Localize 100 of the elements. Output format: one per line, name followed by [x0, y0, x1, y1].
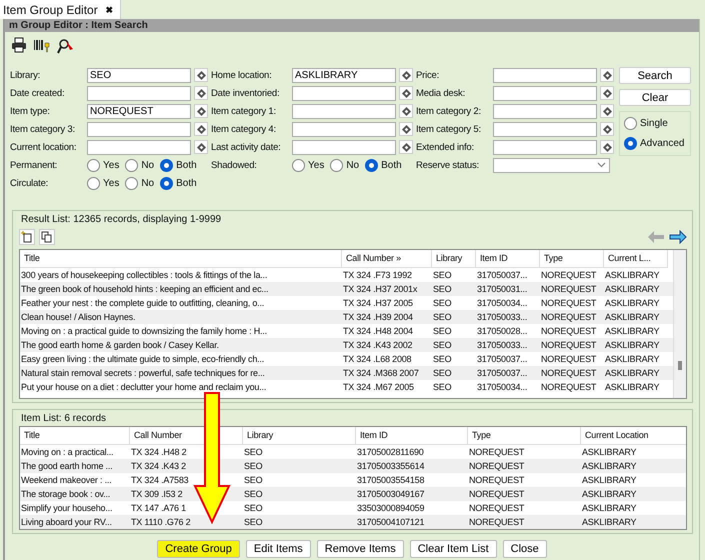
text-field[interactable]	[292, 104, 396, 118]
radio-option[interactable]: Yes	[87, 158, 120, 172]
search-icon[interactable]	[57, 37, 75, 55]
copy-document-icon[interactable]	[39, 229, 55, 245]
radio-button[interactable]	[624, 137, 637, 150]
lookup-button[interactable]	[194, 104, 208, 118]
scrollbar[interactable]	[673, 250, 686, 398]
radio-option[interactable]: No	[125, 158, 154, 172]
text-field[interactable]	[292, 122, 396, 136]
barcode-icon[interactable]	[33, 37, 51, 53]
action-button[interactable]: Create Group	[157, 540, 240, 558]
text-field[interactable]: SEO	[87, 68, 191, 82]
radio-button[interactable]	[624, 117, 637, 130]
lookup-button[interactable]	[194, 86, 208, 100]
radio-option[interactable]: Both	[365, 158, 402, 172]
dropdown-field[interactable]	[493, 158, 610, 172]
table-cell-text: TX 324 .L68 2008	[342, 353, 412, 366]
radio-option[interactable]: Yes	[292, 158, 324, 172]
diamond-icon	[196, 88, 206, 98]
lookup-button[interactable]	[194, 122, 208, 136]
radio-label: No	[141, 160, 154, 170]
table-cell-text: ASKLIBRARY	[604, 311, 660, 324]
radio-button[interactable]	[125, 176, 138, 190]
close-icon[interactable]: ✖	[106, 4, 114, 14]
diamond-icon	[196, 106, 206, 116]
radio-button[interactable]	[292, 158, 305, 172]
text-field[interactable]: ASKLIBRARY	[292, 68, 396, 82]
table-cell-text: NOREQUEST	[540, 325, 598, 338]
action-button[interactable]: Search	[619, 67, 691, 84]
lookup-button[interactable]	[600, 104, 614, 118]
table-cell-text: ASKLIBRARY	[604, 353, 660, 366]
table-cell-text: Living aboard your RV...	[20, 516, 113, 529]
table-cell-text: SEO	[243, 474, 264, 487]
radio-option[interactable]: Both	[160, 176, 197, 190]
field-label: Last activity date:	[211, 142, 281, 152]
radio-option[interactable]: No	[125, 176, 154, 190]
radio-label: Single	[640, 118, 668, 129]
chevron-down-icon	[597, 162, 606, 168]
text-field[interactable]	[292, 86, 396, 100]
table-cell-text: SEO	[432, 367, 452, 380]
table-cell-text: ASKLIBRARY	[604, 325, 660, 338]
lookup-button[interactable]	[194, 68, 208, 82]
action-button[interactable]: Edit Items	[246, 540, 311, 558]
radio-button[interactable]	[87, 158, 100, 172]
text-field[interactable]	[292, 140, 396, 154]
radio-button[interactable]	[330, 158, 344, 172]
radio-button[interactable]	[365, 158, 378, 172]
table-cell-text: NOREQUEST	[540, 353, 598, 366]
add-document-icon[interactable]	[19, 229, 35, 245]
action-button[interactable]: Close	[502, 540, 547, 558]
lookup-button[interactable]	[399, 140, 413, 154]
table-cell-text: ASKLIBRARY	[581, 488, 638, 501]
lookup-button[interactable]	[399, 122, 413, 136]
text-field[interactable]	[493, 86, 597, 100]
table-cell-text: The good earth home ...	[20, 460, 114, 473]
table-cell-text: SEO	[243, 516, 264, 529]
lookup-button[interactable]	[600, 68, 614, 82]
tab[interactable]: Item Group Editor ✖	[0, 0, 121, 19]
text-field[interactable]	[493, 68, 597, 82]
table-cell-text: SEO	[243, 446, 264, 459]
radio-button[interactable]	[160, 176, 174, 190]
action-button[interactable]: Clear	[619, 89, 691, 106]
radio-option[interactable]: Yes	[87, 176, 120, 190]
radio-button[interactable]	[125, 158, 138, 172]
table-cell-text: Natural stain removal secrets : powerful, safe techniques for re...	[20, 367, 266, 380]
radio-button[interactable]	[87, 176, 100, 190]
table-cell-text: TX 309 .I53 2	[130, 488, 184, 501]
table-cell-text: NOREQUEST	[540, 283, 598, 296]
radio-button[interactable]	[160, 158, 174, 172]
radio-option[interactable]: Advanced	[624, 137, 686, 150]
radio-label: Both	[381, 160, 402, 170]
table-cell-text: Feather your nest : the complete guide to outfitting, cleaning, o...	[20, 297, 266, 310]
lookup-button[interactable]	[399, 104, 413, 118]
text-field[interactable]	[493, 122, 597, 136]
table-cell-text: ASKLIBRARY	[604, 297, 660, 310]
text-field[interactable]	[87, 122, 191, 136]
text-field[interactable]	[87, 86, 191, 100]
lookup-button[interactable]	[194, 140, 208, 154]
action-button[interactable]: Remove Items	[316, 540, 404, 558]
lookup-button[interactable]	[600, 122, 614, 136]
right-arrow-icon[interactable]	[669, 230, 687, 244]
text-field[interactable]	[493, 140, 597, 154]
lookup-button[interactable]	[399, 86, 413, 100]
lookup-button[interactable]	[600, 140, 614, 154]
radio-option[interactable]: Single	[624, 117, 686, 130]
radio-label: Yes	[103, 178, 120, 188]
text-field[interactable]: NOREQUEST	[87, 104, 191, 118]
action-button[interactable]: Clear Item List	[410, 540, 497, 558]
printer-icon[interactable]	[11, 37, 27, 53]
lookup-button[interactable]	[600, 86, 614, 100]
text-field[interactable]	[87, 140, 191, 154]
table-cell-text: TX 324 .M368 2007	[342, 367, 420, 380]
table-cell-text: 31705003554158	[356, 474, 426, 487]
table-cell-text: 317050033...	[476, 311, 528, 324]
radio-option[interactable]: Both	[160, 158, 197, 172]
radio-option[interactable]: No	[330, 158, 360, 172]
table-cell-text: 317050037...	[476, 269, 528, 282]
lookup-button[interactable]	[399, 68, 413, 82]
table-cell-text: NOREQUEST	[468, 474, 526, 487]
text-field[interactable]	[493, 104, 597, 118]
